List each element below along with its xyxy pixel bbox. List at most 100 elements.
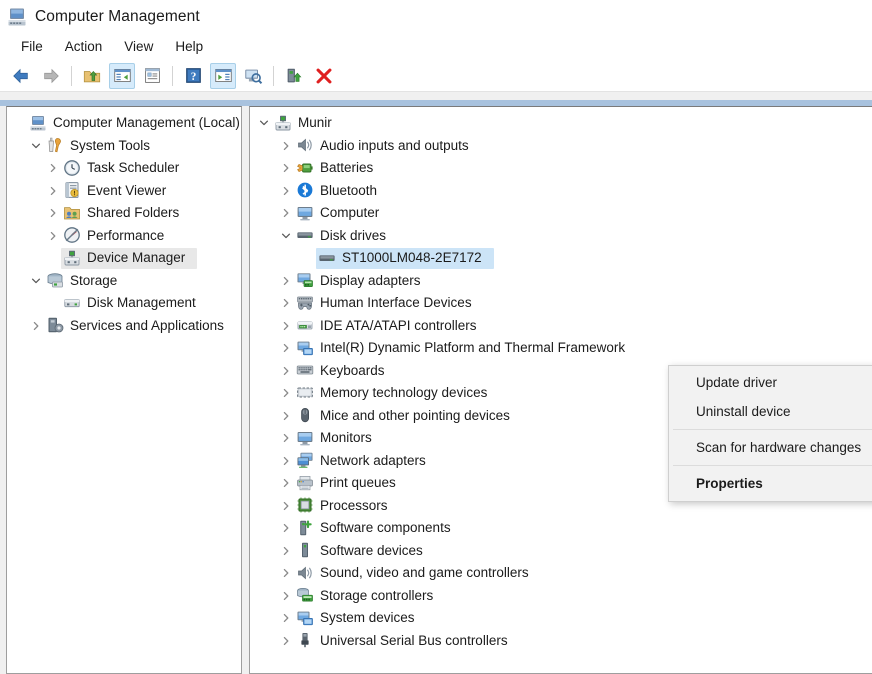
properties-button[interactable] [139, 63, 165, 89]
chevron-right-icon[interactable] [278, 633, 294, 649]
chevron-right-icon[interactable] [28, 318, 44, 334]
scan-for-hardware-changes-button[interactable] [240, 63, 266, 89]
tree-item[interactable]: Human Interface Devices [250, 292, 872, 315]
tree-item[interactable]: Services and Applications [7, 315, 241, 338]
hid-gamepad-icon [296, 294, 314, 312]
tree-item[interactable]: Software components [250, 517, 872, 540]
chevron-right-icon[interactable] [45, 183, 61, 199]
shared-folders-icon [63, 204, 81, 222]
tree-item-content: System devices [294, 608, 427, 629]
tree-item[interactable]: System devices [250, 607, 872, 630]
chevron-right-icon[interactable] [45, 160, 61, 176]
tree-item-label: Computer [320, 205, 380, 221]
up-one-level-button[interactable] [79, 63, 105, 89]
ide-controller-icon [296, 316, 314, 334]
tree-item[interactable]: Computer [250, 202, 872, 225]
chevron-right-icon[interactable] [278, 565, 294, 581]
chevron-right-icon[interactable] [278, 453, 294, 469]
chevron-down-icon[interactable] [28, 138, 44, 154]
tree-item[interactable]: Device Manager [7, 247, 241, 270]
tree-item-content: Task Scheduler [61, 158, 191, 179]
chevron-right-icon[interactable] [278, 520, 294, 536]
context-menu-separator [673, 465, 872, 466]
tree-item-content: Shared Folders [61, 203, 191, 224]
chevron-down-icon[interactable] [278, 228, 294, 244]
tree-item[interactable]: Universal Serial Bus controllers [250, 630, 872, 653]
question-mark-icon: ? [185, 68, 201, 83]
chevron-right-icon[interactable] [278, 475, 294, 491]
chevron-right-icon[interactable] [278, 138, 294, 154]
chevron-right-icon[interactable] [278, 385, 294, 401]
tree-item[interactable]: System Tools [7, 135, 241, 158]
tree-item[interactable]: Display adapters [250, 270, 872, 293]
tree-item[interactable]: Task Scheduler [7, 157, 241, 180]
tree-item-content: Audio inputs and outputs [294, 135, 481, 156]
menu-help[interactable]: Help [164, 36, 214, 58]
tree-item[interactable]: Shared Folders [7, 202, 241, 225]
back-arrow-icon [13, 68, 28, 83]
tree-item[interactable]: Storage [7, 270, 241, 293]
display-adapter-icon [296, 271, 314, 289]
chevron-right-icon[interactable] [278, 363, 294, 379]
update-driver-button[interactable] [281, 63, 307, 89]
context-menu-item[interactable]: Properties [669, 469, 872, 498]
chevron-right-icon[interactable] [278, 408, 294, 424]
tree-item[interactable]: IDE ATA/ATAPI controllers [250, 315, 872, 338]
show-hide-action-pane-button[interactable] [210, 62, 236, 89]
chevron-right-icon[interactable] [278, 430, 294, 446]
tree-item[interactable]: Bluetooth [250, 180, 872, 203]
chevron-right-icon[interactable] [278, 543, 294, 559]
folder-up-icon [83, 70, 101, 82]
chevron-right-icon[interactable] [278, 610, 294, 626]
chevron-right-icon[interactable] [45, 205, 61, 221]
chevron-right-icon[interactable] [278, 205, 294, 221]
chevron-down-icon[interactable] [256, 115, 272, 131]
chevron-right-icon[interactable] [278, 588, 294, 604]
memory-icon [296, 384, 314, 402]
tree-item[interactable]: Software devices [250, 540, 872, 563]
chevron-right-icon[interactable] [278, 160, 294, 176]
tree-item[interactable]: Munir [250, 112, 872, 135]
context-menu-item[interactable]: Scan for hardware changes [669, 433, 872, 462]
chevron-down-icon[interactable] [28, 273, 44, 289]
tree-item[interactable]: Computer Management (Local) [7, 112, 241, 135]
show-hide-console-tree-button[interactable] [109, 62, 135, 89]
back-button[interactable] [8, 63, 34, 89]
chevron-right-icon[interactable] [278, 183, 294, 199]
chevron-right-icon[interactable] [278, 340, 294, 356]
tree-item-content: Memory technology devices [294, 383, 499, 404]
tree-item[interactable]: Event Viewer [7, 180, 241, 203]
forward-button[interactable] [38, 63, 64, 89]
tree-item[interactable]: Audio inputs and outputs [250, 135, 872, 158]
chevron-right-icon[interactable] [278, 498, 294, 514]
context-menu-item[interactable]: Update driver [669, 368, 872, 397]
chevron-right-icon[interactable] [278, 318, 294, 334]
tree-item-label: Task Scheduler [87, 160, 180, 176]
window-title-bar: Computer Management [0, 0, 872, 34]
chevron-right-icon[interactable] [278, 273, 294, 289]
menu-file[interactable]: File [10, 36, 54, 58]
disk-drive-icon [318, 249, 336, 267]
tree-item[interactable]: Batteries [250, 157, 872, 180]
device-context-menu[interactable]: Update driver Uninstall device Scan for ha… [668, 365, 872, 502]
chevron-right-icon[interactable] [278, 295, 294, 311]
chevron-right-icon[interactable] [45, 228, 61, 244]
context-menu-item[interactable]: Uninstall device [669, 397, 872, 426]
tree-item[interactable]: Disk drives [250, 225, 872, 248]
tree-item[interactable]: Sound, video and game controllers [250, 562, 872, 585]
tree-item-content: Event Viewer [61, 180, 178, 201]
uninstall-device-button[interactable] [311, 63, 337, 89]
menu-view[interactable]: View [113, 36, 164, 58]
help-button[interactable]: ? [180, 63, 206, 89]
tree-item[interactable]: Storage controllers [250, 585, 872, 608]
menu-action[interactable]: Action [54, 36, 114, 58]
tree-item-content: Device Manager [61, 247, 198, 269]
printer-icon [296, 474, 314, 492]
tree-item[interactable]: ST1000LM048-2E7172 [250, 247, 872, 270]
tree-item[interactable]: Performance [7, 225, 241, 248]
tree-item[interactable]: Disk Management [7, 292, 241, 315]
pane-splitter[interactable] [242, 106, 249, 674]
tree-item[interactable]: Intel(R) Dynamic Platform and Thermal Fr… [250, 337, 872, 360]
tree-item-content: Processors [294, 495, 400, 516]
